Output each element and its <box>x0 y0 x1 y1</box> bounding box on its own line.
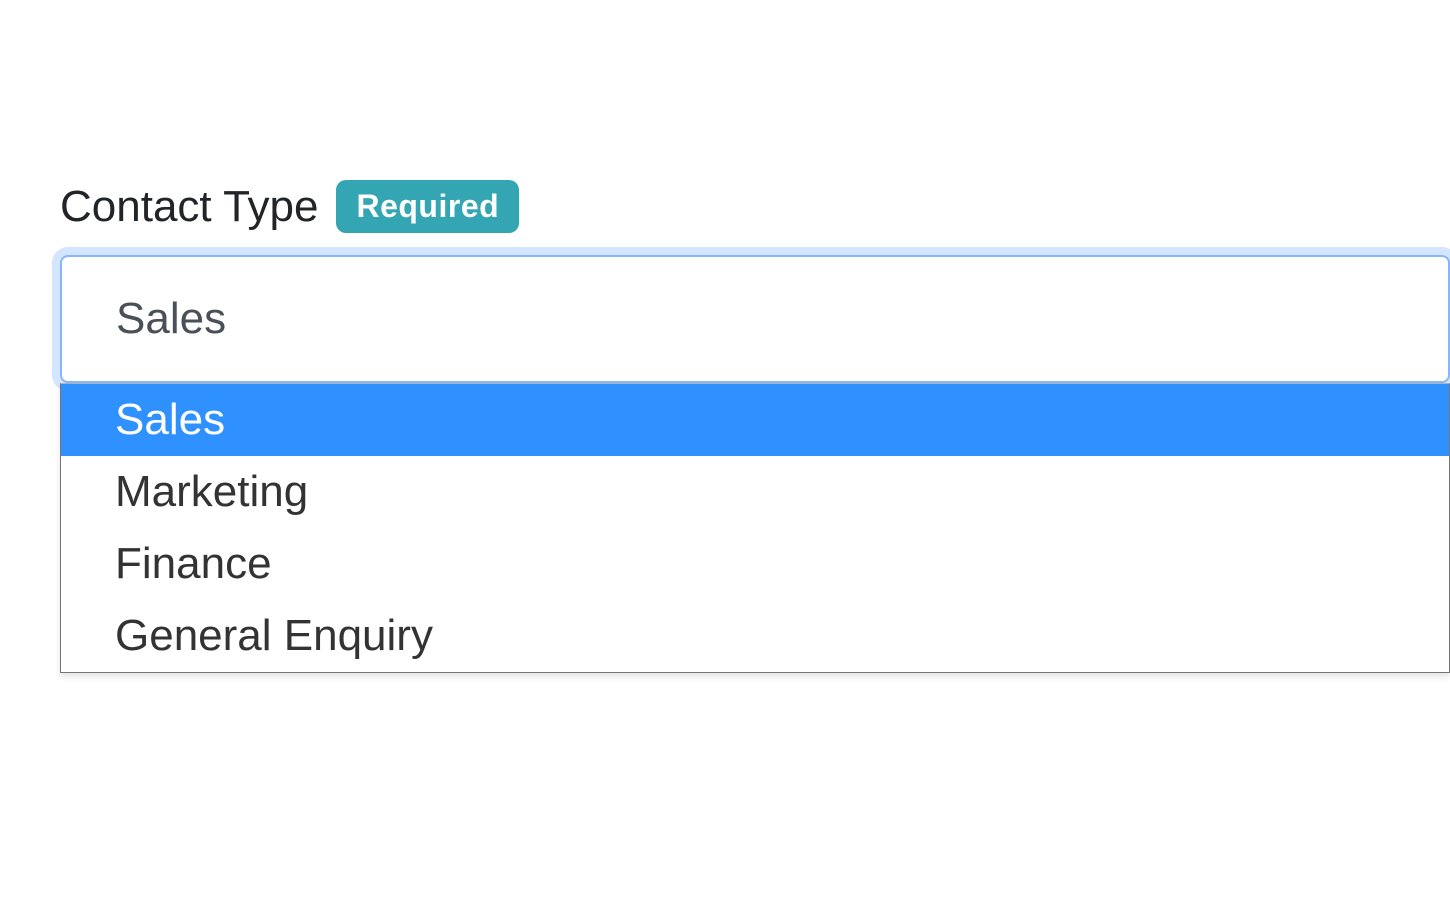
required-badge: Required <box>336 180 519 233</box>
contact-type-select[interactable]: Sales <box>60 255 1450 383</box>
contact-type-field: Contact Type Required Sales SalesMarketi… <box>60 180 1450 383</box>
option-sales[interactable]: Sales <box>61 384 1449 456</box>
dropdown-list: SalesMarketingFinanceGeneral Enquiry <box>60 383 1450 673</box>
field-label: Contact Type <box>60 182 318 232</box>
label-row: Contact Type Required <box>60 180 1450 233</box>
option-general-enquiry[interactable]: General Enquiry <box>61 600 1449 672</box>
option-finance[interactable]: Finance <box>61 528 1449 600</box>
select-wrapper: Sales SalesMarketingFinanceGeneral Enqui… <box>60 255 1450 383</box>
option-marketing[interactable]: Marketing <box>61 456 1449 528</box>
selected-value: Sales <box>116 294 226 344</box>
